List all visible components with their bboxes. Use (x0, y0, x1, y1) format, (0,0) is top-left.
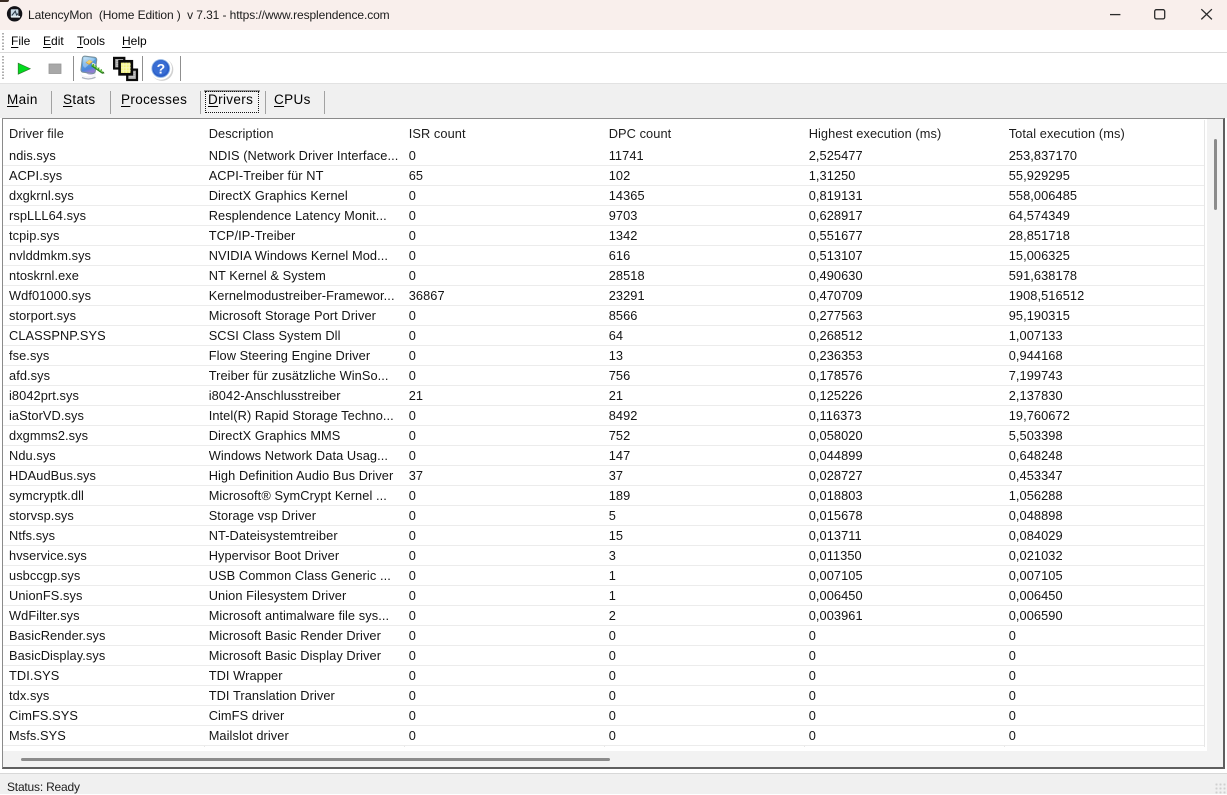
svg-text:?: ? (157, 60, 166, 76)
